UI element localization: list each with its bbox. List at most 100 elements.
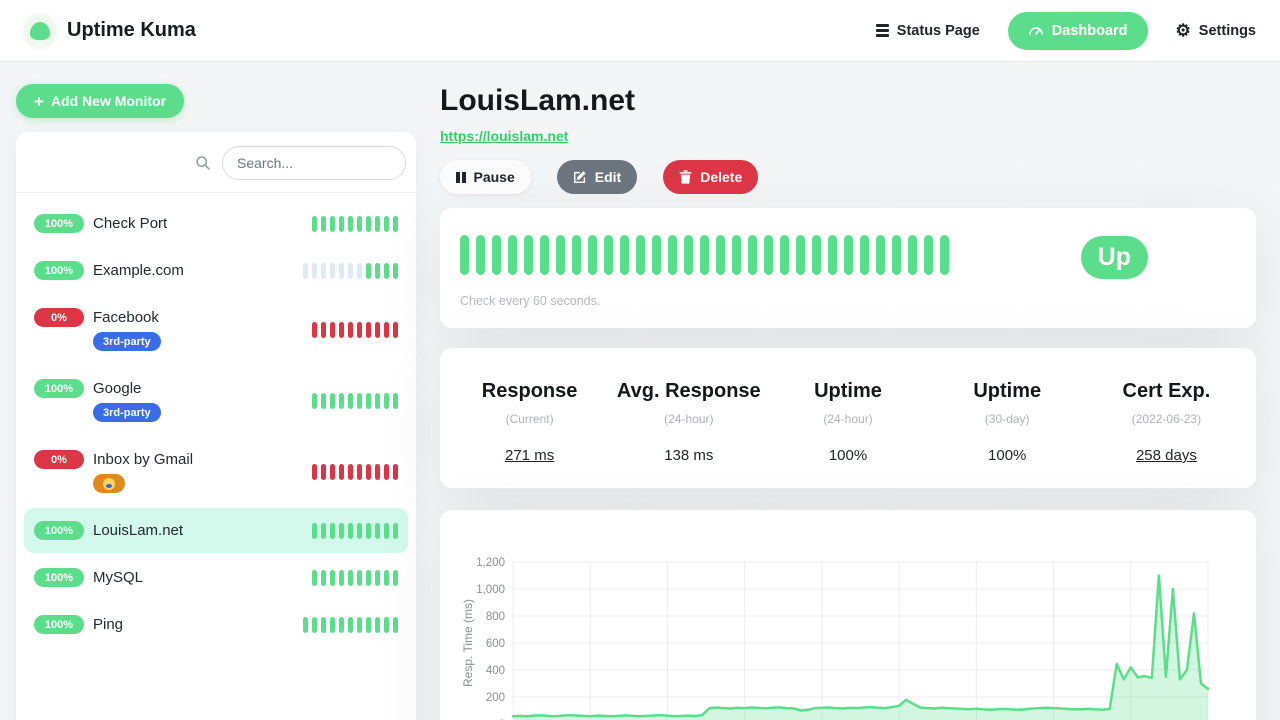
beat-up [393,617,398,633]
beat-up[interactable] [572,235,581,275]
monitor-row[interactable]: 100%LouisLam.net [24,508,408,553]
beat-up[interactable] [812,235,821,275]
beat-up[interactable] [652,235,661,275]
edit-button[interactable]: Edit [557,160,637,194]
dashboard-link[interactable]: Dashboard [1008,12,1148,50]
settings-label: Settings [1199,23,1256,39]
beat-up[interactable] [940,235,949,275]
beat-up[interactable] [508,235,517,275]
beat-up[interactable] [668,235,677,275]
beat-up [384,263,389,279]
beat-empty [303,263,308,279]
list-icon [876,22,889,40]
beat-up[interactable] [748,235,757,275]
stat-column: Uptime(30-day)100% [928,380,1087,456]
monitor-row[interactable]: 100%Check Port [24,201,408,246]
monitor-name: Ping [93,616,123,633]
beat-up[interactable] [556,235,565,275]
monitor-name-line: 100%Google [34,379,161,398]
beat-up[interactable] [764,235,773,275]
heartbeat-row: Up [460,235,1236,279]
monitor-row[interactable]: 100%MySQL [24,555,408,600]
beat-down [384,322,389,338]
beat-up[interactable] [684,235,693,275]
stat-value-text: 100% [829,447,867,464]
stat-subtitle: (24-hour) [609,412,768,426]
beat-up[interactable] [492,235,501,275]
stat-subtitle: (24-hour) [768,412,927,426]
beat-up [330,523,335,539]
edit-label: Edit [595,169,621,185]
monitor-row[interactable]: 100% Ping [24,602,408,647]
uptime-badge: 100% [34,214,84,233]
beat-up[interactable] [876,235,885,275]
brand[interactable]: Uptime Kuma [24,15,196,47]
beat-up[interactable] [540,235,549,275]
beat-up [357,523,362,539]
beat-up[interactable] [604,235,613,275]
stat-column: Avg. Response(24-hour)138 ms [609,380,768,456]
beat-up[interactable] [924,235,933,275]
status-badge: Up [1081,236,1148,279]
search-row [16,132,416,192]
monitor-row[interactable]: 100%Google 3rd-party [24,366,408,435]
monitor-name: MySQL [93,569,143,586]
stat-title: Uptime [928,380,1087,403]
heartbeat-mini [303,617,398,633]
beat-up [357,617,362,633]
uptime-badge: 0% [34,308,84,327]
beat-down [393,322,398,338]
monitor-row[interactable]: 0%Inbox by Gmail [24,437,408,506]
monitor-tag: 3rd-party [93,403,161,422]
beat-up[interactable] [636,235,645,275]
settings-link[interactable]: ⚙ Settings [1176,22,1256,39]
beat-up [375,263,380,279]
monitor-name-line: 100%Check Port [34,214,167,233]
beat-up[interactable] [476,235,485,275]
beat-up [393,216,398,232]
delete-label: Delete [700,169,742,185]
monitor-name-line: 100% Ping [34,615,123,634]
beat-up[interactable] [460,235,469,275]
stat-value-text[interactable]: 271 ms [505,447,554,464]
heartbeat-mini [312,322,398,338]
sidebar: + Add New Monitor 100%Check Port 100%Exam… [0,62,424,720]
monitor-name: Google [93,380,141,397]
beat-up[interactable] [588,235,597,275]
beat-up[interactable] [908,235,917,275]
beat-up[interactable] [524,235,533,275]
monitor-details: LouisLam.net https://louislam.net Pause … [424,62,1280,720]
uptime-badge: 100% [34,615,84,634]
beat-up[interactable] [716,235,725,275]
beat-up [348,393,353,409]
monitor-row[interactable]: 0%Facebook3rd-party [24,295,408,364]
uptime-badge: 0% [34,450,84,469]
monitor-info: 100% Ping [34,615,123,634]
stat-value-text[interactable]: 258 days [1136,447,1197,464]
pause-button[interactable]: Pause [440,160,531,194]
stat-value: 100% [768,447,927,464]
monitor-tags: 3rd-party [93,403,161,422]
delete-button[interactable]: Delete [663,160,758,194]
beat-up[interactable] [860,235,869,275]
beat-up[interactable] [620,235,629,275]
response-time-chart[interactable]: 1,2001,0008006004002000Resp. Time (ms) [458,522,1238,720]
beat-up[interactable] [732,235,741,275]
beat-up[interactable] [796,235,805,275]
search-input[interactable] [222,146,406,180]
beat-up[interactable] [844,235,853,275]
beat-up [384,570,389,586]
monitor-name-line: 0%Inbox by Gmail [34,450,193,469]
beat-up[interactable] [700,235,709,275]
beat-up [375,570,380,586]
beat-up[interactable] [828,235,837,275]
monitor-row[interactable]: 100%Example.com [24,248,408,293]
add-new-monitor-button[interactable]: + Add New Monitor [16,84,184,118]
beat-up[interactable] [892,235,901,275]
heartbeat-bar[interactable] [460,235,949,275]
beat-up [330,570,335,586]
beat-up [312,523,317,539]
beat-up[interactable] [780,235,789,275]
status-page-link[interactable]: Status Page [876,22,980,40]
monitor-url-link[interactable]: https://louislam.net [440,128,568,144]
